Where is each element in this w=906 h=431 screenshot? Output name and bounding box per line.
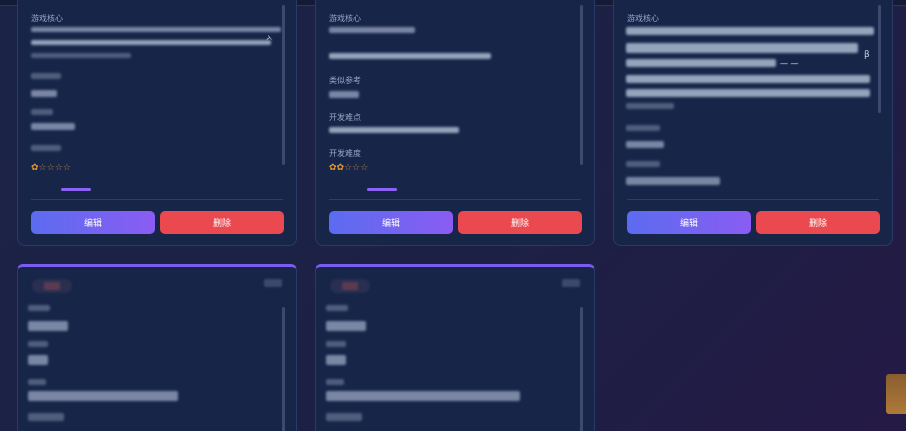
scrollbar[interactable]	[878, 5, 881, 113]
divider	[31, 199, 283, 200]
idea-card-1: 游戏核心 ᨂ ✿☆☆☆☆ 编辑 删除	[17, 0, 297, 246]
scroll-indicator	[367, 188, 397, 191]
delete-button[interactable]: 删除	[756, 211, 880, 234]
scroll-indicator	[61, 188, 91, 191]
redacted-text	[626, 59, 776, 67]
redacted-value	[28, 321, 68, 331]
redacted-label	[28, 413, 64, 421]
redacted-text	[626, 43, 858, 53]
status-tag	[264, 279, 282, 287]
redacted-value	[329, 91, 359, 98]
redacted-label	[31, 73, 61, 79]
rating-stars: ✿☆☆☆☆	[31, 163, 71, 173]
redacted-text	[31, 53, 131, 58]
redacted-value	[28, 355, 48, 365]
redacted-label	[626, 161, 660, 167]
redacted-text	[626, 103, 674, 109]
redacted-value	[326, 391, 520, 401]
core-label: 游戏核心	[31, 14, 63, 23]
divider	[329, 199, 581, 200]
redacted-label	[28, 379, 46, 385]
redacted-value	[326, 321, 366, 331]
redacted-value	[626, 141, 664, 148]
category-badge	[32, 279, 72, 293]
redacted-text	[626, 89, 870, 97]
category-badge	[330, 279, 370, 293]
status-tag	[562, 279, 580, 287]
difficulty-label: 开发难度	[329, 149, 361, 158]
similar-label: 类似参考	[329, 76, 361, 85]
idea-card-2: 游戏核心 类似参考 开发难点 开发难度 ✿✿☆☆☆ 编辑 删除	[315, 0, 595, 246]
redacted-text	[31, 40, 271, 45]
redacted-value	[326, 355, 346, 365]
scrollbar[interactable]	[282, 5, 285, 165]
redacted-text	[626, 27, 874, 35]
scrollbar[interactable]	[580, 307, 583, 431]
redacted-text	[329, 53, 491, 59]
redacted-label	[31, 145, 61, 151]
scrollbar[interactable]	[282, 307, 285, 431]
difficulty-point-label: 开发难点	[329, 113, 361, 122]
edit-button[interactable]: 编辑	[31, 211, 155, 234]
text-glyph: β	[864, 50, 870, 60]
edit-button[interactable]: 编辑	[627, 211, 751, 234]
scrollbar[interactable]	[580, 5, 583, 165]
idea-card-5	[315, 264, 595, 431]
delete-button[interactable]: 删除	[458, 211, 582, 234]
floating-side-tab[interactable]	[886, 374, 906, 414]
core-label: 游戏核心	[329, 14, 361, 23]
redacted-text	[31, 27, 281, 32]
difficulty-stars: ✿✿☆☆☆	[329, 163, 369, 173]
dash-text: — —	[780, 59, 799, 68]
delete-button[interactable]: 删除	[160, 211, 284, 234]
redacted-text	[329, 127, 459, 133]
redacted-value	[31, 123, 75, 130]
redacted-label	[626, 125, 660, 131]
redacted-value	[28, 391, 178, 401]
edit-button[interactable]: 编辑	[329, 211, 453, 234]
redacted-label	[326, 379, 344, 385]
idea-card-4	[17, 264, 297, 431]
idea-card-3: 游戏核心 — — β 编辑 删除	[613, 0, 893, 246]
redacted-label	[326, 413, 362, 421]
redacted-value	[31, 90, 57, 97]
redacted-value	[626, 177, 720, 185]
redacted-label	[28, 341, 48, 347]
redacted-label	[326, 305, 348, 311]
divider	[627, 199, 879, 200]
core-label: 游戏核心	[627, 14, 659, 23]
redacted-label	[326, 341, 346, 347]
redacted-text	[626, 75, 870, 83]
redacted-label	[28, 305, 50, 311]
redacted-text	[329, 27, 415, 33]
redacted-label	[31, 109, 53, 115]
